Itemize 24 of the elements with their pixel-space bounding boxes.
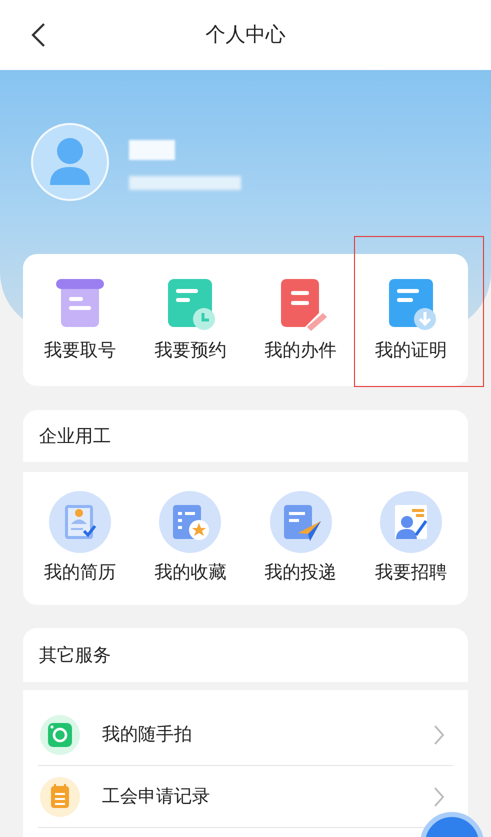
service-label[interactable]: 我的简历 [44, 559, 116, 586]
recruiter-icon [380, 491, 442, 553]
camera-icon [40, 714, 80, 754]
page-title: 个人中心 [206, 23, 286, 48]
chevron-right-icon [433, 786, 445, 808]
section-title: 企业用工 [39, 424, 111, 448]
chevron-right-icon [433, 724, 445, 746]
back-icon[interactable] [30, 22, 46, 48]
notepad-icon [40, 776, 80, 816]
service-label[interactable]: 我要取号 [44, 336, 116, 364]
list-item-label[interactable]: 我的随手拍 [102, 721, 433, 748]
service-label[interactable]: 我的办件 [264, 336, 337, 364]
person-icon [48, 137, 92, 187]
section-title: 其它服务 [39, 644, 111, 666]
service-label[interactable]: 我的投递 [264, 559, 337, 586]
service-label[interactable]: 我要预约 [154, 336, 226, 364]
service-label[interactable]: 我的证明 [374, 336, 447, 364]
list-item-label[interactable]: 工会申请记录 [102, 783, 433, 810]
resume-icon [49, 491, 112, 553]
service-label[interactable]: 我的收藏 [154, 559, 226, 586]
star-clipboard-icon [159, 491, 222, 553]
redacted-name [129, 140, 175, 160]
service-label[interactable]: 我要招聘 [374, 559, 447, 586]
paper-plane-icon [270, 491, 332, 553]
